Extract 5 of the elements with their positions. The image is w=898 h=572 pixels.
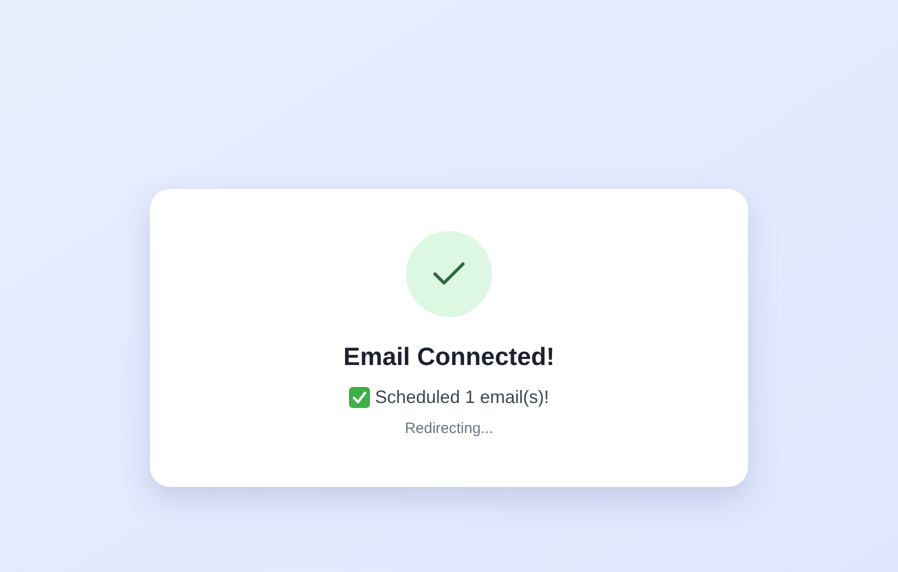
check-icon bbox=[432, 261, 466, 287]
check-icon bbox=[348, 386, 370, 408]
message: Scheduled 1 email(s)! bbox=[374, 386, 550, 409]
title: Email Connected! bbox=[343, 342, 555, 373]
status-text: Redirecting... bbox=[404, 419, 494, 439]
